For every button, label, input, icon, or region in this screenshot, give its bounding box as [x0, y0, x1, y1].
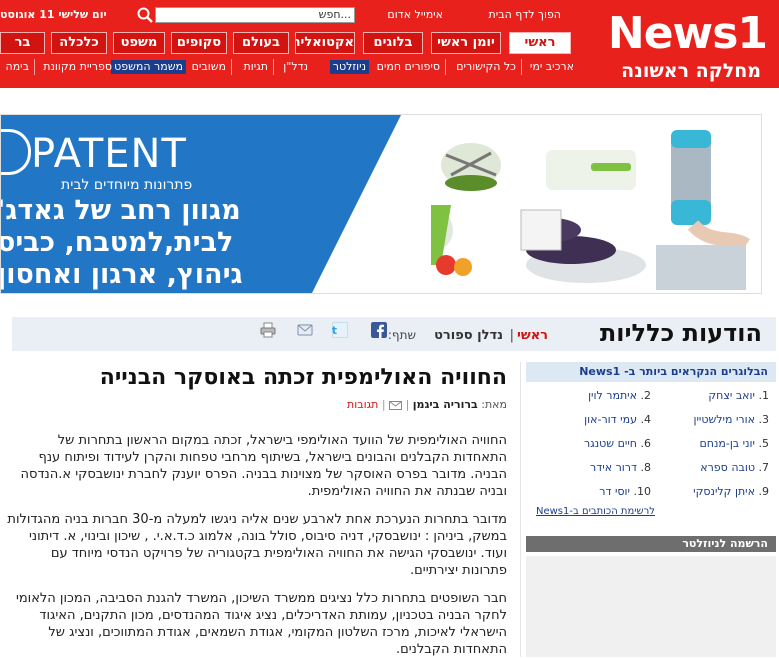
blogger-item[interactable]: 7. טובה ספרא: [700, 461, 769, 474]
blogger-item[interactable]: 8. דרור אידר: [590, 461, 651, 474]
sub-link-stage[interactable]: בימה: [6, 60, 29, 74]
red-email-link[interactable]: אימייל אדום: [387, 8, 443, 21]
blogger-item[interactable]: 1. יואב יצחק: [708, 389, 769, 402]
column-divider: [520, 362, 521, 657]
top-bloggers-header: הבלוגרים הנקראים ביותר ב- News1: [526, 362, 776, 382]
sub-divider: [231, 59, 232, 75]
blogger-item[interactable]: 3. אורי מילשטיין: [693, 413, 769, 426]
sub-link-all-links[interactable]: כל הקישורים: [456, 60, 516, 74]
sub-link-tags[interactable]: תגיות: [244, 60, 268, 74]
sub-divider: [273, 59, 274, 75]
sub-link-newsletter[interactable]: ניוזלטר: [329, 60, 369, 74]
banner-line-1: מגוון רחב של גאדג': [0, 195, 241, 226]
blogger-item[interactable]: 2. איתמר לוין: [588, 389, 651, 402]
tab-economy[interactable]: כלכלה: [51, 32, 107, 54]
svg-text:t: t: [332, 324, 337, 337]
blogger-item[interactable]: 10. יוסי דר: [599, 485, 651, 498]
sub-link-real-estate[interactable]: נדל"ן: [283, 60, 308, 74]
blogger-item[interactable]: 6. חיים שטנגר: [584, 437, 651, 450]
sub-link-online-library[interactable]: ספריית מקוונת: [43, 60, 112, 74]
search-input[interactable]: ...חפש: [155, 7, 355, 23]
article-byline: מאת: ברוריה ביגמן | | תגובות: [347, 398, 507, 411]
sub-link-hot-stories[interactable]: סיפורים חמים: [377, 60, 440, 74]
advertisement-banner[interactable]: PATENT פתרונות מיוחדים לבית מגוון רחב של…: [0, 114, 762, 294]
tab-main-journal[interactable]: יומן ראשי: [431, 32, 501, 54]
article-paragraph: החוויה האולימפית של הוועד האולימפי בישרא…: [20, 433, 507, 499]
article-title: החוויה האולימפית זכתה באוסקר הבנייה: [99, 365, 507, 390]
facebook-icon[interactable]: [371, 322, 387, 338]
current-date: יום שלישי 11 אוגוסט: [0, 8, 107, 21]
comments-link[interactable]: תגובות: [347, 398, 378, 411]
byline-author[interactable]: ברוריה ביגמן: [413, 398, 478, 411]
section-title: הודעות כלליות: [599, 319, 762, 347]
newsletter-form-area: [526, 556, 776, 657]
sub-link-archive[interactable]: ארכיב ימי: [530, 60, 574, 74]
tab-more[interactable]: בר: [0, 32, 45, 54]
print-icon[interactable]: [260, 322, 276, 338]
article-paragraph: מדובר בתחרות הנערכת אחת לארבע שנים אליה …: [7, 512, 507, 578]
tab-home[interactable]: ראשי: [509, 32, 571, 54]
newsletter-signup-bar[interactable]: הרשמה לניוזלטר: [526, 536, 776, 552]
sub-divider: [521, 59, 522, 75]
tab-world[interactable]: בעולם: [233, 32, 289, 54]
breadcrumb-separator: |: [509, 328, 514, 343]
twitter-icon[interactable]: t: [332, 322, 348, 338]
blogger-item[interactable]: 9. איתן קלינסקי: [693, 485, 769, 498]
banner-line-2: לבית,למטבח, כביס: [0, 227, 234, 258]
sub-link-law-watch[interactable]: משמר המשפט: [111, 60, 186, 74]
logo-subtitle: מחלקה ראשונה: [621, 60, 761, 82]
breadcrumb-home[interactable]: ראשי: [517, 328, 548, 343]
byline-prefix: מאת:: [481, 398, 507, 411]
banner-tagline: פתרונות מיוחדים לבית: [61, 177, 193, 193]
sub-divider: [445, 59, 446, 75]
site-logo[interactable]: News1 מחלקה ראשונה: [584, 4, 779, 86]
content-header-bar: הודעות כלליות ראשי | נדלן ספורט שתף:: [12, 317, 776, 351]
article-paragraph: חבר השופטים בתחרות כלל נציגים ממשרד השיכ…: [15, 591, 507, 657]
all-writers-link[interactable]: לרשימת הכותבים ב-News1: [536, 506, 655, 517]
mail-icon[interactable]: [389, 400, 403, 410]
blogger-item[interactable]: 5. יוני בן-מנחם: [699, 437, 769, 450]
email-icon[interactable]: [297, 322, 313, 338]
sub-divider: [34, 59, 35, 75]
share-label: שתף:: [387, 328, 416, 342]
blogger-item[interactable]: 4. עמי דור-און: [584, 413, 651, 426]
search-icon[interactable]: [136, 6, 154, 24]
sub-link-feedback[interactable]: משובים: [192, 60, 226, 74]
tab-blogs[interactable]: בלוגים: [363, 32, 423, 54]
newsletter-signup-label: הרשמה לניוזלטר: [682, 537, 768, 550]
logo-text: News1: [607, 8, 768, 59]
breadcrumb-category[interactable]: נדלן ספורט: [434, 328, 503, 343]
banner-line-3: גיהוץ, ארגון ואחסון: [0, 259, 243, 290]
tab-current-affairs[interactable]: אקטואליה: [295, 32, 355, 54]
banner-brand: PATENT: [31, 131, 187, 177]
tab-scoops[interactable]: סקופים: [171, 32, 227, 54]
top-bloggers-title: הבלוגרים הנקראים ביותר ב- News1: [579, 365, 768, 378]
set-homepage-link[interactable]: הפוך לדף הבית: [489, 8, 561, 21]
product-images: [431, 130, 750, 290]
tab-law[interactable]: משפט: [113, 32, 165, 54]
